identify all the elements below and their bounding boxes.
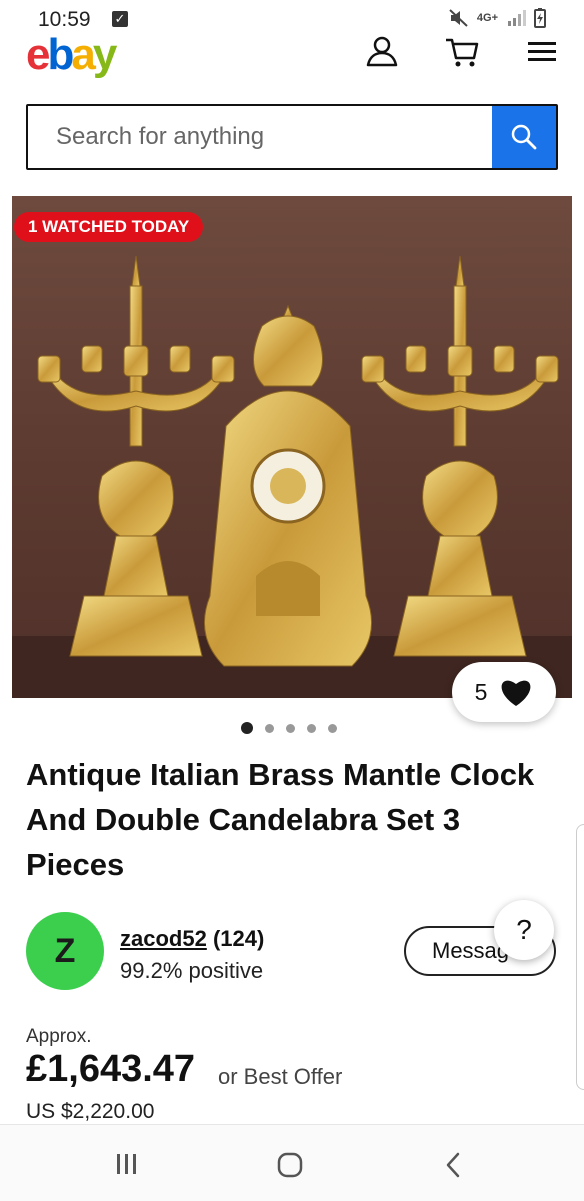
menu-icon[interactable]	[524, 34, 560, 70]
seller-positive-rating: 99.2% positive	[120, 958, 264, 983]
seller-feedback-count: (124)	[212, 926, 265, 951]
signal-icon	[508, 10, 526, 26]
help-button[interactable]: ?	[494, 900, 554, 960]
carousel-dot[interactable]	[241, 722, 253, 734]
seller-username-link[interactable]: zacod52	[120, 926, 207, 951]
watched-today-badge: 1 WATCHED TODAY	[14, 212, 204, 242]
brass-clock-set-image	[12, 255, 572, 698]
seller-avatar[interactable]: Z	[26, 912, 104, 990]
watch-button[interactable]: 5	[452, 662, 556, 722]
image-carousel-dots[interactable]	[241, 722, 337, 734]
search-button[interactable]	[492, 106, 556, 168]
home-icon[interactable]	[276, 1151, 304, 1179]
heart-icon	[501, 680, 531, 706]
listing-image[interactable]	[12, 196, 572, 698]
ebay-logo[interactable]: ebay	[26, 30, 117, 80]
system-nav-bar	[0, 1124, 584, 1201]
price-amount: £1,643.47	[26, 1048, 196, 1090]
carousel-dot[interactable]	[265, 723, 274, 733]
mute-icon	[449, 9, 468, 27]
seller-info: zacod52 (124)	[120, 926, 264, 952]
search-icon	[511, 124, 537, 150]
watch-count: 5	[474, 678, 488, 705]
search-input[interactable]	[28, 106, 492, 168]
notification-check-icon: ✓	[112, 11, 128, 27]
network-type-label: 4G+	[476, 12, 498, 24]
listing-title: Antique Italian Brass Mantle Clock And D…	[26, 757, 535, 882]
carousel-dot[interactable]	[328, 723, 337, 733]
status-time: 10:59	[38, 8, 91, 31]
battery-icon	[534, 8, 546, 28]
recent-apps-icon[interactable]	[114, 1151, 140, 1177]
best-offer-label: or Best Offer	[218, 1064, 343, 1089]
back-icon[interactable]	[442, 1151, 464, 1179]
account-icon[interactable]	[364, 34, 400, 70]
carousel-dot[interactable]	[286, 723, 295, 733]
cart-icon[interactable]	[444, 34, 480, 70]
carousel-dot[interactable]	[307, 723, 316, 733]
price-usd: US $2,220.00	[26, 1100, 155, 1123]
side-edge-handle[interactable]	[576, 824, 584, 1090]
status-icons: 4G+	[449, 8, 546, 28]
search-bar	[26, 104, 558, 170]
price-approx-label: Approx.	[26, 1026, 92, 1047]
